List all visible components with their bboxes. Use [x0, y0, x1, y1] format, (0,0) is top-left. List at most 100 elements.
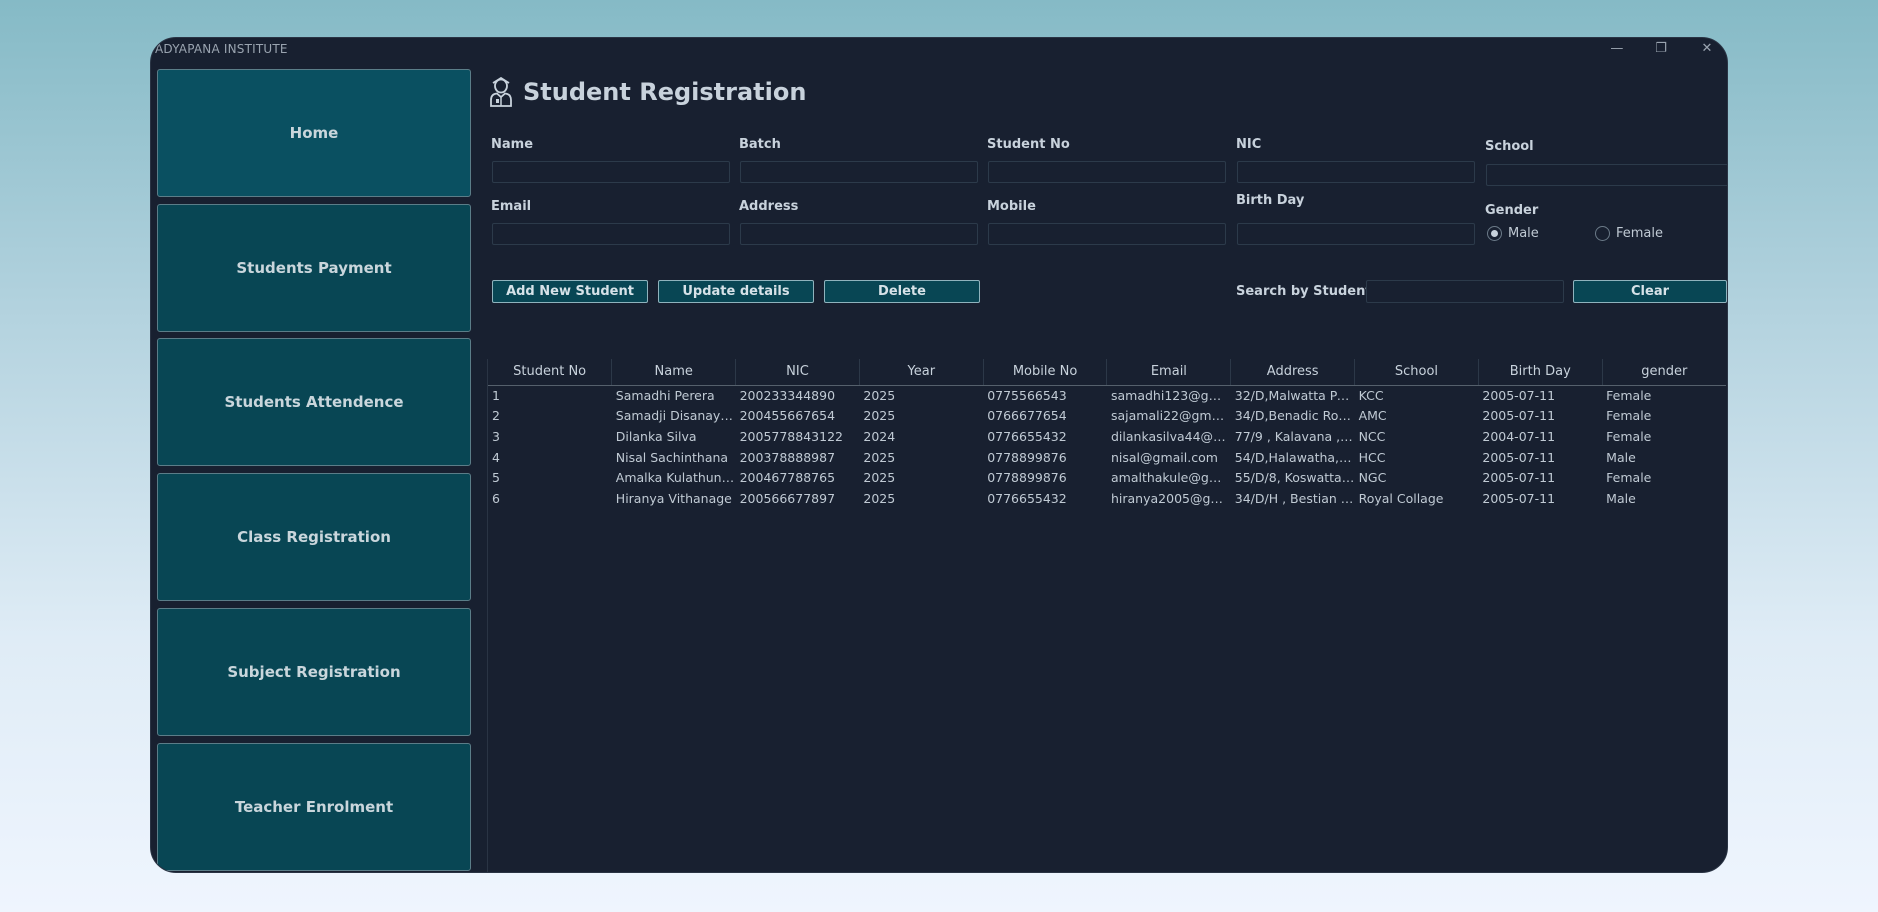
- table-cell: 0775566543: [987, 388, 1067, 404]
- table-cell: 32/D,Malwatta Para ,...: [1234, 388, 1355, 404]
- table-row[interactable]: 6 Hiranya Vithanage 200566677897 2025 07…: [488, 488, 1726, 509]
- table-cell: Royal Collage: [1358, 490, 1444, 506]
- add-new-student-button[interactable]: Add New Student: [492, 280, 648, 303]
- table-cell: 6: [492, 490, 500, 506]
- address-field[interactable]: [740, 223, 978, 245]
- table-cell: hiranya2005@gmail....: [1110, 490, 1231, 506]
- column-header[interactable]: Year: [859, 359, 984, 386]
- radio-unselected-icon[interactable]: [1595, 226, 1610, 241]
- table-cell: 54/D,Halawatha,Mat...: [1234, 449, 1355, 465]
- table-cell: 2025: [863, 470, 896, 486]
- table-cell: 2025: [863, 388, 896, 404]
- batch-label: Batch: [739, 137, 781, 152]
- table-row[interactable]: 1 Samadhi Perera 200233344890 2025 07755…: [488, 385, 1726, 406]
- delete-button[interactable]: Delete: [824, 280, 980, 303]
- mobile-field[interactable]: [988, 223, 1226, 245]
- close-icon[interactable]: ✕: [1697, 40, 1717, 58]
- nav-teacher-enrolment-button[interactable]: Teacher Enrolment: [157, 743, 471, 871]
- nav-students-attendence-button[interactable]: Students Attendence: [157, 338, 471, 466]
- table-row[interactable]: 3 Dilanka Silva 2005778843122 2024 07766…: [488, 426, 1726, 447]
- table-cell: Samadhi Perera: [615, 388, 715, 404]
- name-field[interactable]: [492, 161, 730, 183]
- gender-female-label: Female: [1616, 226, 1664, 241]
- table-cell: 0778899876: [987, 449, 1067, 465]
- table-cell: 2: [492, 408, 500, 424]
- table-cell: KCC: [1358, 388, 1384, 404]
- radio-selected-icon[interactable]: [1487, 226, 1502, 241]
- table-cell: Nisal Sachinthana: [615, 449, 729, 465]
- minimize-icon[interactable]: —: [1607, 40, 1627, 58]
- table-cell: 2025: [863, 408, 896, 424]
- column-header[interactable]: Mobile No: [983, 359, 1108, 386]
- column-header[interactable]: School: [1354, 359, 1479, 386]
- table-cell: Female: [1606, 470, 1652, 486]
- update-details-button[interactable]: Update details: [658, 280, 814, 303]
- nic-field[interactable]: [1237, 161, 1475, 183]
- table-cell: 3: [492, 428, 500, 444]
- table-cell: 2005-07-11: [1482, 470, 1556, 486]
- table-row[interactable]: 4 Nisal Sachinthana 200378888987 2025 07…: [488, 447, 1726, 468]
- table-cell: 2005-07-11: [1482, 449, 1556, 465]
- student-no-field[interactable]: [988, 161, 1226, 183]
- school-field[interactable]: [1486, 164, 1727, 186]
- table-cell: 2005-07-11: [1482, 490, 1556, 506]
- table-cell: Male: [1606, 449, 1636, 465]
- table-row[interactable]: 5 Amalka Kulathunge 200467788765 2025 07…: [488, 467, 1726, 488]
- nav-students-payment-button[interactable]: Students Payment: [157, 204, 471, 332]
- app-window: ADYAPANA INSTITUTE — ❐ ✕ Home Students P…: [150, 37, 1728, 873]
- column-header[interactable]: NIC: [735, 359, 860, 386]
- table-cell: 200378888987: [739, 449, 836, 465]
- table-cell: 2005-07-11: [1482, 388, 1556, 404]
- table-cell: 2025: [863, 449, 896, 465]
- table-cell: AMC: [1358, 408, 1387, 424]
- table-cell: NGC: [1358, 470, 1387, 486]
- maximize-icon[interactable]: ❐: [1651, 40, 1671, 58]
- column-header[interactable]: Birth Day: [1478, 359, 1603, 386]
- email-field[interactable]: [492, 223, 730, 245]
- address-label: Address: [739, 199, 799, 214]
- table-cell: Dilanka Silva: [615, 428, 697, 444]
- table-cell: 200467788765: [739, 470, 836, 486]
- table-cell: amalthakule@gmail....: [1110, 470, 1231, 486]
- table-row[interactable]: 2 Samadji Disanayake 200455667654 2025 0…: [488, 406, 1726, 427]
- table-cell: Female: [1606, 408, 1652, 424]
- birthday-field[interactable]: [1237, 223, 1475, 245]
- table-cell: 0776655432: [987, 490, 1067, 506]
- table-cell: 200566677897: [739, 490, 836, 506]
- student-no-label: Student No: [987, 137, 1070, 152]
- column-header[interactable]: Email: [1106, 359, 1232, 386]
- nav-home-button[interactable]: Home: [157, 69, 471, 197]
- table-cell: 2004-07-11: [1482, 428, 1556, 444]
- table-header-row: Student No Name NIC Year Mobile No Email…: [488, 359, 1726, 386]
- table-cell: NCC: [1358, 428, 1386, 444]
- search-student-id-input[interactable]: [1366, 280, 1564, 303]
- gender-female-radio[interactable]: Female: [1595, 226, 1663, 241]
- nav-subject-registration-button[interactable]: Subject Registration: [157, 608, 471, 736]
- table-cell: 4: [492, 449, 500, 465]
- gender-male-label: Male: [1508, 226, 1539, 241]
- table-cell: 55/D/8, Koswatta , R...: [1234, 470, 1355, 486]
- table-cell: Male: [1606, 490, 1636, 506]
- title-bar: ADYAPANA INSTITUTE — ❐ ✕: [151, 38, 1727, 60]
- table-cell: Female: [1606, 388, 1652, 404]
- table-cell: 34/D/H , Bestian Ro...: [1234, 490, 1355, 506]
- table-cell: 200455667654: [739, 408, 836, 424]
- table-cell: nisal@gmail.com: [1110, 449, 1218, 465]
- column-header[interactable]: gender: [1602, 359, 1726, 386]
- table-cell: 2024: [863, 428, 896, 444]
- batch-field[interactable]: [740, 161, 978, 183]
- table-cell: 5: [492, 470, 500, 486]
- table-cell: dilankasilva44@gma...: [1110, 428, 1231, 444]
- nav-class-registration-button[interactable]: Class Registration: [157, 473, 471, 601]
- mobile-label: Mobile: [987, 199, 1036, 214]
- column-header[interactable]: Name: [611, 359, 737, 386]
- gender-label: Gender: [1485, 203, 1539, 218]
- students-table: Student No Name NIC Year Mobile No Email…: [488, 359, 1726, 509]
- column-header[interactable]: Address: [1230, 359, 1356, 386]
- name-label: Name: [491, 137, 534, 152]
- student-icon: [490, 77, 512, 107]
- clear-button[interactable]: Clear: [1573, 280, 1727, 303]
- gender-male-radio[interactable]: Male: [1487, 226, 1539, 241]
- school-label: School: [1485, 139, 1534, 154]
- column-header[interactable]: Student No: [488, 359, 613, 386]
